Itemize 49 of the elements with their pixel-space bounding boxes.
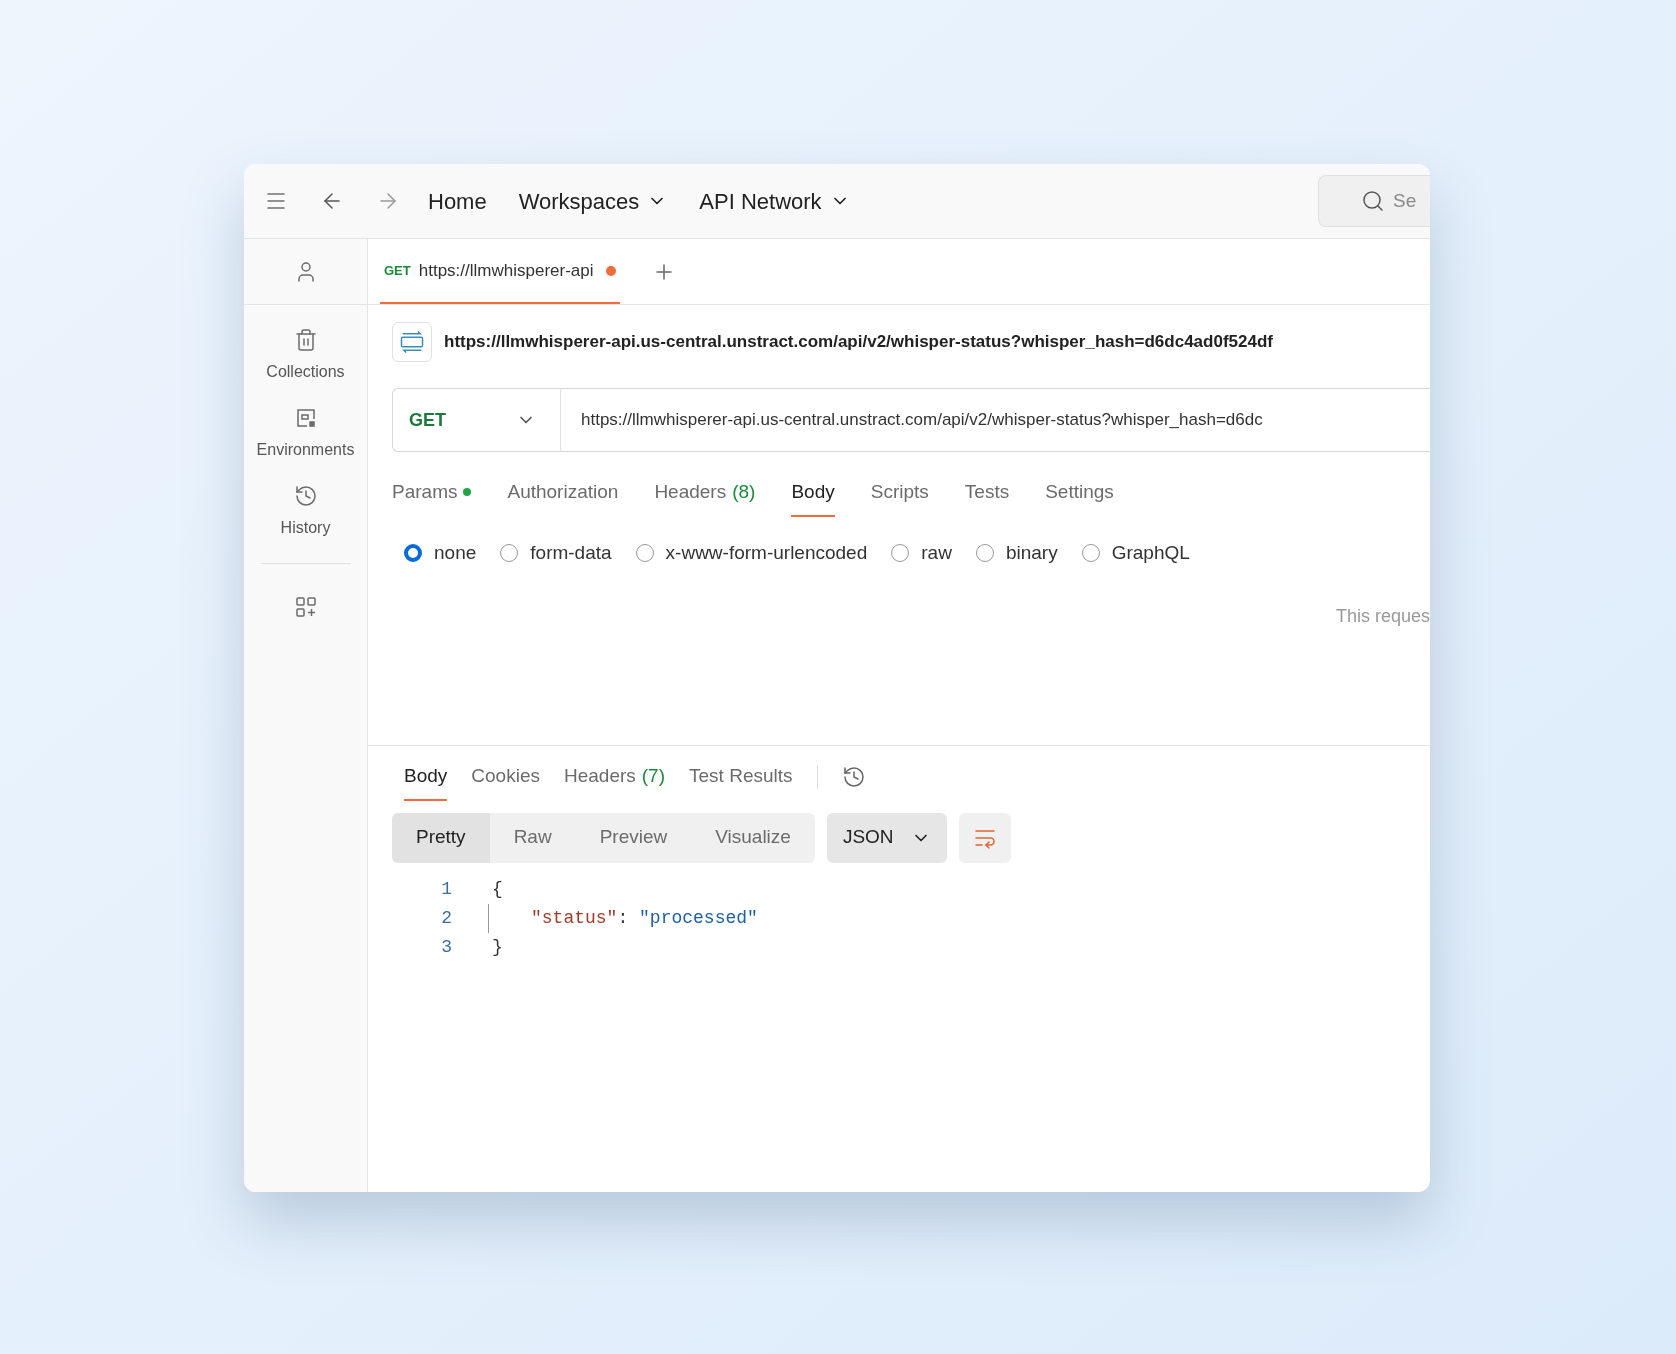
format-dropdown[interactable]: JSON bbox=[826, 812, 947, 863]
view-mode-button[interactable]: Visualize bbox=[691, 812, 815, 863]
sidebar-item[interactable]: History bbox=[244, 473, 367, 551]
history-icon[interactable] bbox=[841, 765, 866, 790]
request-section-tab[interactable]: Headers (8) bbox=[654, 478, 756, 517]
line-number: 2 bbox=[440, 906, 452, 930]
response-tab[interactable]: Headers (7) bbox=[563, 762, 666, 801]
request-tab[interactable]: GET https://llmwhisperer-api bbox=[380, 239, 620, 304]
code-text: { bbox=[492, 878, 503, 899]
apps-icon bbox=[293, 595, 318, 619]
body-note: This reques bbox=[1335, 605, 1430, 628]
radio-option[interactable]: raw bbox=[891, 538, 952, 567]
view-mode-button[interactable]: Preview bbox=[575, 812, 692, 863]
code-text: } bbox=[492, 936, 503, 957]
request-section-tab[interactable]: Authorization bbox=[507, 478, 619, 517]
response-tab[interactable]: Cookies bbox=[471, 762, 540, 801]
request-title: https://llmwhisperer-api.us-central.unstract.com/api/v2/whisper-status?whisper_hash=d6dc4ad0f524df bbox=[444, 331, 1273, 354]
radio-option[interactable]: binary bbox=[975, 538, 1058, 567]
line-number: 1 bbox=[440, 877, 452, 901]
history-icon bbox=[293, 484, 318, 508]
radio-option[interactable]: x-www-form-urlencoded bbox=[635, 538, 868, 567]
nav-link[interactable]: API Network bbox=[699, 184, 850, 218]
search-icon bbox=[1361, 189, 1385, 213]
radio-button[interactable] bbox=[404, 543, 422, 562]
http-icon bbox=[392, 322, 432, 362]
radio-option[interactable]: form-data bbox=[500, 538, 612, 567]
nav-link[interactable]: Home bbox=[428, 184, 487, 218]
request-section-tab[interactable]: Tests bbox=[964, 478, 1010, 517]
request-section-tab[interactable]: Scripts bbox=[870, 478, 929, 517]
tab-title: https://llmwhisperer-api bbox=[418, 259, 594, 282]
request-section-tab[interactable]: Settings bbox=[1045, 478, 1114, 517]
code-text: "status": "processed" bbox=[531, 907, 758, 928]
response-tab[interactable]: Test Results bbox=[689, 762, 793, 801]
sidebar-item[interactable]: Collections bbox=[244, 317, 367, 395]
view-mode-button[interactable]: Raw bbox=[489, 812, 576, 863]
response-tab[interactable]: Body bbox=[404, 762, 448, 801]
sidebar-item[interactable]: Environments bbox=[244, 395, 367, 473]
line-number: 3 bbox=[440, 935, 452, 959]
method-label: GET bbox=[384, 261, 411, 280]
url-field[interactable]: https://llmwhisperer-api.us-central.unstract.com/api/v2/whisper-status?whisper_hash=d6dc bbox=[561, 407, 1263, 433]
wrap-button[interactable] bbox=[958, 812, 1011, 863]
request-section-tab[interactable]: Params bbox=[392, 478, 472, 517]
request-section-tab[interactable]: Body bbox=[791, 478, 835, 517]
nav-link[interactable]: Workspaces bbox=[518, 184, 668, 218]
bin-icon bbox=[293, 328, 318, 352]
radio-option[interactable]: none bbox=[404, 538, 477, 567]
radio-option[interactable]: GraphQL bbox=[1081, 538, 1190, 567]
view-mode-button[interactable]: Pretty bbox=[392, 812, 490, 863]
method-dropdown[interactable]: GET bbox=[393, 389, 561, 451]
